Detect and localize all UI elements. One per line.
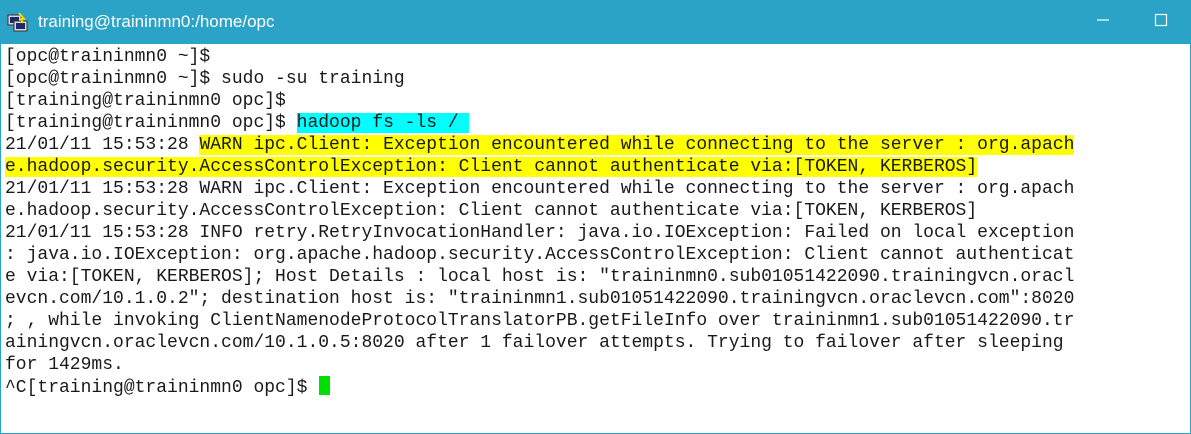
highlighted-command: hadoop fs -ls /: [296, 113, 470, 133]
highlighted-warning: e.hadoop.security.AccessControlException…: [5, 157, 978, 177]
terminal-line: [opc@traininmn0 ~]$ sudo -su training: [5, 69, 405, 89]
terminal-line: 21/01/11 15:53:28 INFO retry.RetryInvoca…: [5, 223, 1075, 243]
minimize-icon: [1096, 13, 1110, 32]
terminal-line: ainingvcn.oraclevcn.com/10.1.0.5:8020 af…: [5, 333, 1064, 353]
terminal-line: e via:[TOKEN, KERBEROS]; Host Details : …: [5, 267, 1075, 287]
terminal-line: [training@traininmn0 opc]$ hadoop fs -ls…: [5, 112, 1189, 134]
highlighted-warning: WARN ipc.Client: Exception encountered w…: [199, 135, 1075, 155]
terminal-line: ^C[training@traininmn0 opc]$: [5, 376, 1189, 398]
window-title: training@traininmn0:/home/opc: [38, 12, 275, 31]
window-controls: [1074, 0, 1190, 44]
maximize-button[interactable]: [1132, 0, 1190, 44]
title-bar[interactable]: training@traininmn0:/home/opc: [1, 0, 1190, 44]
terminal-line: evcn.com/10.1.0.2"; destination host is:…: [5, 289, 1075, 309]
terminal-line: : java.io.IOException: org.apache.hadoop…: [5, 245, 1075, 265]
terminal-line: for 1429ms.: [5, 355, 124, 375]
terminal-line: 21/01/11 15:53:28 WARN ipc.Client: Excep…: [5, 179, 1075, 199]
terminal-line: [opc@traininmn0 ~]$: [5, 47, 211, 67]
terminal-cursor: [319, 376, 331, 395]
terminal-line: e.hadoop.security.AccessControlException…: [5, 201, 978, 221]
log-timestamp: 21/01/11 15:53:28: [5, 135, 200, 155]
terminal-output[interactable]: [opc@traininmn0 ~]$ [opc@traininmn0 ~]$ …: [5, 46, 1189, 432]
maximize-icon: [1154, 13, 1168, 32]
terminal-line: 21/01/11 15:53:28 WARN ipc.Client: Excep…: [5, 134, 1189, 156]
minimize-button[interactable]: [1074, 0, 1132, 44]
terminal-line: [training@traininmn0 opc]$: [5, 91, 286, 111]
putty-icon[interactable]: [7, 11, 29, 33]
terminal-line: e.hadoop.security.AccessControlException…: [5, 156, 1189, 178]
shell-prompt: ^C[training@traininmn0 opc]$: [5, 378, 319, 398]
terminal-line: ; , while invoking ClientNamenodeProtoco…: [5, 311, 1075, 331]
shell-prompt: [training@traininmn0 opc]$: [5, 113, 297, 133]
terminal-window: training@traininmn0:/home/opc [opc@train…: [0, 0, 1191, 434]
